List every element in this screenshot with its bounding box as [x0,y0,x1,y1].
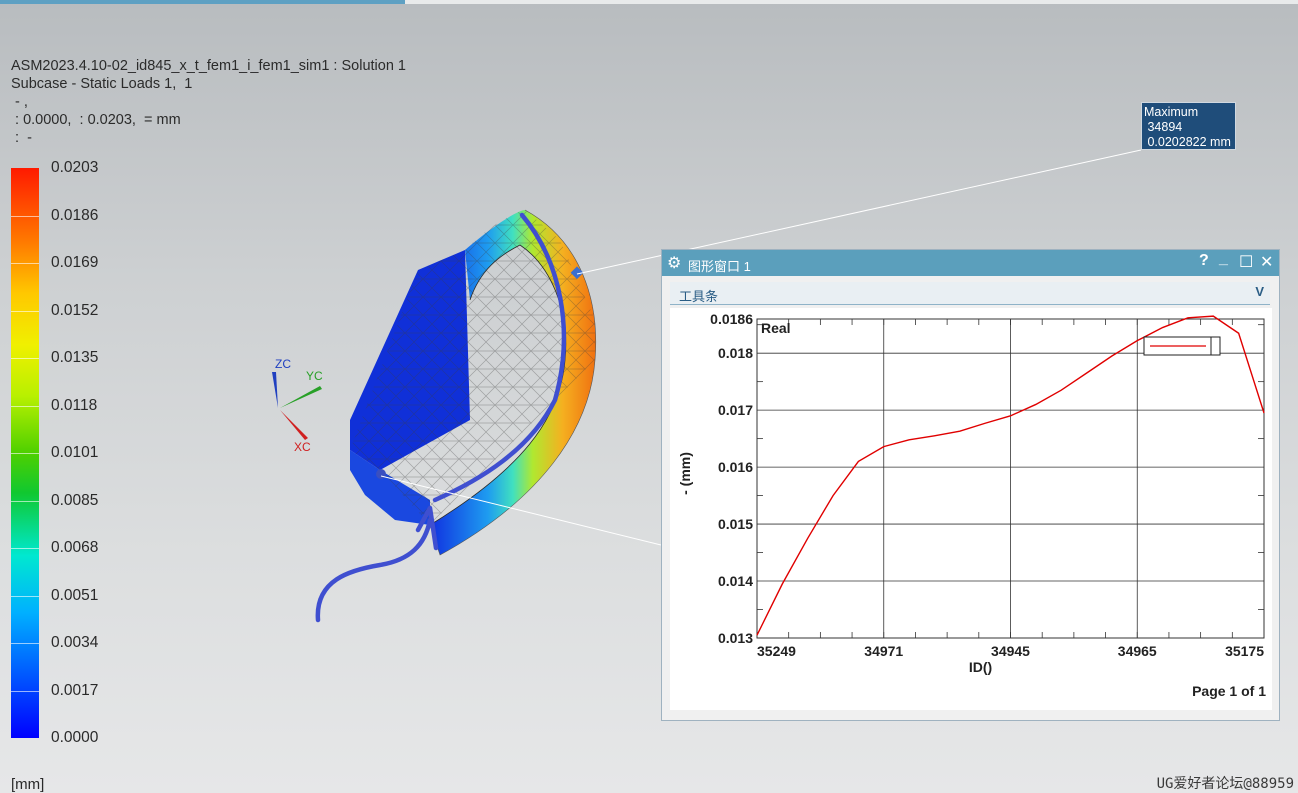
toolbar-label: 工具条 [679,289,719,304]
plot-area[interactable]: 0.0186 0.018 0.017 0.016 0.015 0.014 0.013 3524… [670,308,1272,710]
x-tick-label: 35175 [1225,643,1264,659]
triad-yc: YC [306,369,323,383]
minimize-button[interactable]: _ [1219,250,1228,268]
y-tick-label: 0.018 [718,345,753,361]
graph-window-titlebar[interactable]: ⚙ 图形窗口 1 ? _ ☐ ✕ [662,250,1279,276]
chevron-down-icon[interactable]: V [1255,284,1264,299]
min-marker [376,469,386,479]
x-tick-label: 35249 [757,643,796,659]
series-name-label: Real [761,320,791,336]
y-tick-label: 0.016 [718,459,753,475]
line-chart[interactable]: 0.0186 0.018 0.017 0.016 0.015 0.014 0.0133524… [670,308,1272,710]
x-axis-label: ID() [969,659,992,675]
y-axis-label: - (mm) [677,452,693,495]
x-tick-label: 34965 [1118,643,1157,659]
graph-window[interactable]: ⚙ 图形窗口 1 ? _ ☐ ✕ 工具条 V 0.0186 0.018 0.017 0… [661,249,1280,721]
annotation-arrow [315,505,439,623]
max-label: Maximum [1144,105,1199,119]
axis-triad: ZC YC XC [272,357,323,454]
maximize-button[interactable]: ☐ [1239,252,1253,272]
triad-zc: ZC [275,357,291,371]
x-tick-label: 34971 [864,643,903,659]
toolbar-collapsible[interactable]: 工具条 V [670,282,1270,305]
graph-window-title: 图形窗口 1 [688,259,751,274]
watermark: UG爱好者论坛@88959 [1156,776,1294,792]
y-tick-label: 0.015 [718,516,753,532]
y-tick-label: 0.0186 [710,311,753,327]
y-tick-label: 0.013 [718,630,753,646]
y-tick-label: 0.014 [718,573,753,589]
gear-icon[interactable]: ⚙ [667,253,681,273]
page-label: Page 1 of 1 [1192,683,1266,699]
triad-xc: XC [294,440,311,454]
maximum-callout: Maximum 34894 0.0202822 mm [1141,102,1236,150]
y-tick-label: 0.017 [718,402,753,418]
max-value: 0.0202822 mm [1144,135,1231,149]
max-node: 34894 [1144,120,1183,134]
x-tick-label: 34945 [991,643,1030,659]
close-button[interactable]: ✕ [1260,252,1273,272]
help-button[interactable]: ? [1199,252,1209,270]
